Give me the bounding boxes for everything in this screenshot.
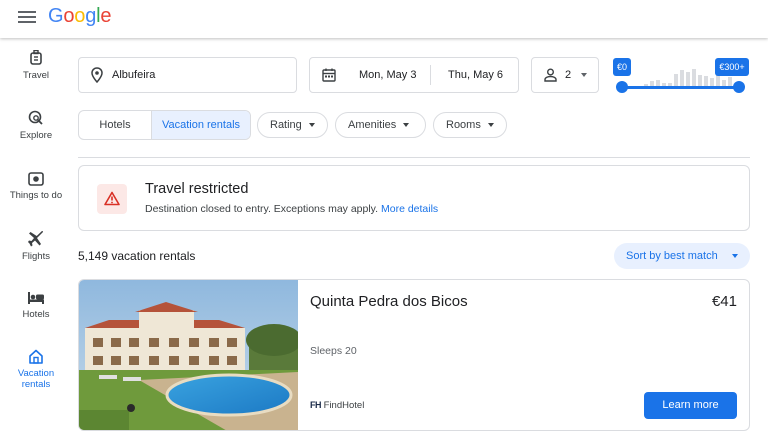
sidebar-item-things-to-do[interactable]: Things to do [0, 171, 72, 201]
learn-more-button[interactable]: Learn more [644, 392, 737, 419]
location-pin-icon [91, 67, 103, 83]
sort-label: Sort by best match [626, 250, 718, 262]
warning-icon [97, 184, 127, 214]
location-input[interactable]: Albufeira [78, 57, 297, 93]
listing-photo[interactable] [79, 280, 298, 431]
date-divider [430, 65, 431, 85]
chip-label: Amenities [348, 119, 397, 131]
listing-capacity: Sleeps 20 [310, 345, 357, 357]
person-icon [544, 68, 557, 82]
property-type-toggle: Hotels Vacation rentals [78, 110, 251, 140]
provider-info: FH FindHotel [310, 400, 364, 411]
section-divider [78, 157, 750, 158]
sidebar-item-flights[interactable]: Flights [0, 231, 72, 262]
sidebar-item-label: Flights [22, 251, 50, 262]
sidebar-item-explore[interactable]: Explore [0, 110, 72, 141]
results-count: 5,149 vacation rentals [78, 249, 196, 263]
explore-search-icon [28, 110, 43, 125]
listing-card[interactable]: Quinta Pedra dos Bicos €41 Sleeps 20 FH … [78, 279, 750, 431]
sidebar-item-label: Hotels [22, 309, 50, 320]
camera-icon [28, 172, 44, 186]
slider-track [622, 86, 739, 89]
travel-restriction-alert: Travel restricted Destination closed to … [78, 165, 750, 231]
chevron-down-icon [487, 123, 494, 128]
luggage-icon [30, 50, 42, 65]
guests-selector[interactable]: 2 [531, 57, 599, 93]
check-in-date[interactable]: Mon, May 3 [359, 58, 416, 92]
sort-dropdown[interactable]: Sort by best match [614, 243, 750, 269]
price-max-label: €300+ [715, 58, 749, 76]
price-range-slider[interactable]: €0 €300+ [612, 56, 752, 98]
slider-min-handle[interactable] [616, 81, 628, 93]
sidebar-item-hotels[interactable]: Hotels [0, 291, 72, 320]
date-range-picker[interactable]: Mon, May 3 Thu, May 6 [309, 57, 519, 93]
alert-body: Destination closed to entry. Exceptions … [145, 203, 438, 215]
slider-max-handle[interactable] [733, 81, 745, 93]
chevron-down-icon [732, 254, 738, 258]
google-logo[interactable]: Google [48, 5, 112, 28]
rooms-filter-chip[interactable]: Rooms [433, 112, 507, 138]
sidebar-item-travel[interactable]: Travel [0, 50, 72, 81]
sidebar-nav: Travel Explore Things to do Flights Hote… [0, 38, 72, 437]
findhotel-logo: FH [310, 400, 322, 410]
guests-count: 2 [565, 69, 572, 81]
calendar-icon [322, 68, 336, 82]
provider-name: FindHotel [323, 400, 365, 411]
segment-hotels[interactable]: Hotels [79, 111, 152, 139]
alert-title: Travel restricted [145, 181, 249, 197]
hamburger-menu-icon[interactable] [18, 9, 36, 27]
chevron-down-icon [403, 123, 410, 128]
amenities-filter-chip[interactable]: Amenities [335, 112, 426, 138]
sidebar-item-label: Things to do [9, 190, 63, 201]
listing-title[interactable]: Quinta Pedra dos Bicos [310, 293, 468, 310]
airplane-icon [28, 231, 43, 247]
price-min-label: €0 [613, 58, 631, 76]
chevron-down-icon [581, 73, 588, 77]
location-value: Albufeira [112, 69, 156, 81]
rating-filter-chip[interactable]: Rating [257, 112, 328, 138]
bed-icon [28, 292, 44, 304]
chevron-down-icon [308, 123, 315, 128]
alert-body-text: Destination closed to entry. Exceptions … [145, 203, 379, 215]
segment-vacation-rentals[interactable]: Vacation rentals [152, 111, 250, 139]
more-details-link[interactable]: More details [381, 203, 438, 215]
sidebar-item-label: Explore [19, 130, 53, 141]
sidebar-item-label: Vacation [17, 368, 55, 379]
top-app-bar: Google [0, 0, 768, 38]
sidebar-item-label: rentals [21, 379, 51, 390]
house-icon [29, 349, 43, 364]
chip-label: Rating [270, 119, 302, 131]
sidebar-item-vacation-rentals[interactable]: Vacation rentals [0, 349, 72, 390]
sidebar-item-label: Travel [22, 70, 50, 81]
listing-price: €41 [711, 293, 737, 310]
chip-label: Rooms [446, 119, 481, 131]
check-out-date[interactable]: Thu, May 6 [448, 58, 503, 92]
